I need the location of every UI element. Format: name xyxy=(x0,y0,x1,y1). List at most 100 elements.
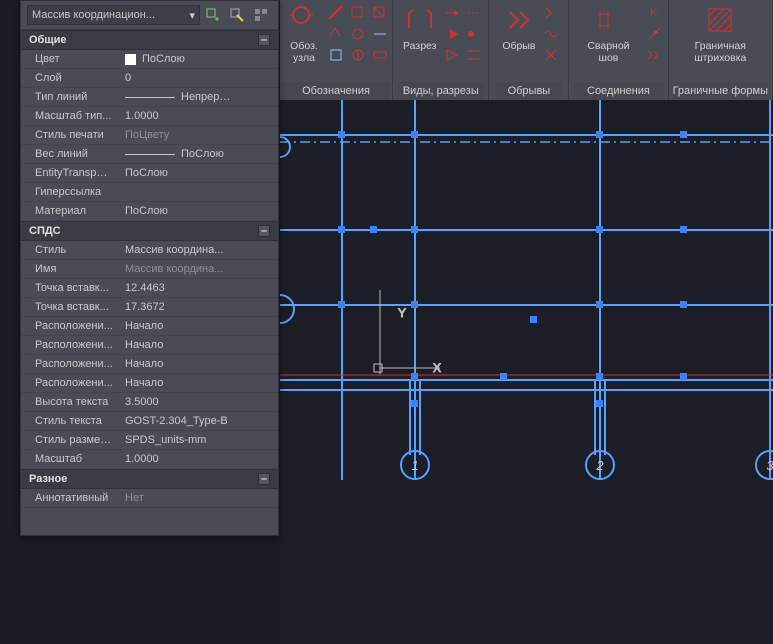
mark-icon-8[interactable] xyxy=(348,45,368,65)
property-label: Расположени... xyxy=(21,377,119,389)
property-row[interactable]: АннотативныйНет xyxy=(21,489,278,508)
property-value[interactable]: GOST-2.304_Type-B xyxy=(119,415,278,427)
weld-icon-2[interactable] xyxy=(644,24,664,44)
property-row[interactable]: Точка вставк... 17.3672 xyxy=(21,298,278,317)
property-label: Точка вставк... xyxy=(21,282,119,294)
view-icon-4[interactable] xyxy=(464,24,484,44)
drawing-canvas[interactable]: 1 2 3 Y X xyxy=(280,100,773,644)
property-label: Стиль печати xyxy=(21,129,119,141)
property-value-text: 17.3672 xyxy=(125,301,165,313)
mark-icon-9[interactable] xyxy=(370,45,390,65)
break-button[interactable]: Обрыв xyxy=(496,2,541,54)
view-icon-6[interactable] xyxy=(464,45,484,65)
property-value[interactable]: SPDS_units-mm xyxy=(119,434,278,446)
svg-text:X: X xyxy=(433,361,441,375)
property-row[interactable]: Точка вставк...12.4463 xyxy=(21,279,278,298)
property-label: Стиль размер... xyxy=(21,434,119,446)
ribbon-group-boundary: Граничная штриховка Граничные формы xyxy=(669,0,773,100)
property-label: EntityTranspar... xyxy=(21,167,119,179)
property-value[interactable]: 1.0000 xyxy=(119,453,278,465)
add-selection-button[interactable] xyxy=(202,5,224,25)
property-value[interactable]: ПоСлою xyxy=(119,148,278,160)
property-value[interactable]: Нет xyxy=(119,492,278,504)
property-value[interactable]: Массив координа... xyxy=(119,263,278,275)
axis-bubble-1: 1 xyxy=(411,458,418,473)
hatch-button[interactable]: Граничная штриховка xyxy=(673,2,768,66)
property-value-text: Нет xyxy=(125,492,144,504)
property-value[interactable]: Начало xyxy=(119,320,278,332)
property-value[interactable]: Начало xyxy=(119,339,278,351)
property-value[interactable]: Непрер… xyxy=(119,91,278,103)
mark-icon-1[interactable] xyxy=(326,3,346,23)
mark-icon-7[interactable] xyxy=(326,45,346,65)
node-mark-button[interactable]: Обоз. узла xyxy=(282,2,326,66)
property-row[interactable]: Расположени...Начало xyxy=(21,355,278,374)
object-type-value: Массив координацион... xyxy=(32,9,155,21)
property-value-text: SPDS_units-mm xyxy=(125,434,206,446)
mark-icon-5[interactable] xyxy=(348,24,368,44)
ribbon-group-label: Виды, разрезы xyxy=(397,82,484,100)
section-misc[interactable]: Разное – xyxy=(21,469,278,489)
property-value[interactable]: ПоСлою xyxy=(119,205,278,217)
property-row[interactable]: Стиль печатиПоЦвету xyxy=(21,126,278,145)
view-icon-1[interactable] xyxy=(442,3,462,23)
section-common[interactable]: Общие – xyxy=(21,30,278,50)
property-row[interactable]: Расположени...Начало xyxy=(21,374,278,393)
break-icon-3[interactable] xyxy=(541,45,561,65)
property-row[interactable]: Вес линийПоСлою xyxy=(21,145,278,164)
property-row[interactable]: Расположени...Начало xyxy=(21,317,278,336)
ribbon-group-views: Разрез Виды, раз xyxy=(393,0,489,100)
weld-icon-3[interactable] xyxy=(644,45,664,65)
property-value[interactable]: Начало xyxy=(119,358,278,370)
property-value[interactable]: ПоСлою xyxy=(119,53,278,65)
ribbon-group-markings: Обоз. узла xyxy=(280,0,393,100)
section-button[interactable]: Разрез xyxy=(397,2,442,54)
property-row[interactable]: Расположени...Начало xyxy=(21,336,278,355)
property-label: Стиль xyxy=(21,244,119,256)
mark-icon-3[interactable] xyxy=(370,3,390,23)
property-row[interactable]: ИмяМассив координа... xyxy=(21,260,278,279)
property-row[interactable]: СтильМассив координа... xyxy=(21,241,278,260)
property-value[interactable]: Массив координа... xyxy=(119,244,278,256)
mark-icon-4[interactable] xyxy=(326,24,346,44)
property-row[interactable]: Высота текста3.5000 xyxy=(21,393,278,412)
weld-label: Сварной шов xyxy=(579,40,637,64)
property-row[interactable]: Стиль текстаGOST-2.304_Type-B xyxy=(21,412,278,431)
view-icon-2[interactable] xyxy=(464,3,484,23)
quick-select-button[interactable] xyxy=(226,5,248,25)
property-label: Точка вставк... xyxy=(21,301,119,313)
object-type-dropdown[interactable]: Массив координацион... ▾ xyxy=(27,5,200,25)
collapse-icon[interactable]: – xyxy=(258,473,270,485)
property-row[interactable]: Стиль размер... SPDS_units-mm xyxy=(21,431,278,450)
property-value[interactable]: Начало xyxy=(119,377,278,389)
property-value[interactable]: 17.3672 xyxy=(119,301,278,313)
property-row[interactable]: ЦветПоСлою xyxy=(21,50,278,69)
property-row[interactable]: Гиперссылка xyxy=(21,183,278,202)
property-row[interactable]: EntityTranspar...ПоСлою xyxy=(21,164,278,183)
property-value[interactable]: 12.4463 xyxy=(119,282,278,294)
palette-options-button[interactable] xyxy=(250,5,272,25)
property-row[interactable]: Масштаб тип...1.0000 xyxy=(21,107,278,126)
property-value[interactable]: 0 xyxy=(119,72,278,84)
weld-icon-1[interactable]: K xyxy=(644,3,664,23)
weld-button[interactable]: Сварной шов xyxy=(573,2,643,66)
property-value-text: 1.0000 xyxy=(125,453,159,465)
property-row[interactable]: Слой0 xyxy=(21,69,278,88)
section-spds[interactable]: СПДС – xyxy=(21,221,278,241)
property-value[interactable]: 1.0000 xyxy=(119,110,278,122)
property-value[interactable]: 3.5000 xyxy=(119,396,278,408)
property-row[interactable]: Тип линийНепрер… xyxy=(21,88,278,107)
property-value[interactable]: ПоЦвету xyxy=(119,129,278,141)
mark-icon-6[interactable] xyxy=(370,24,390,44)
view-icon-5[interactable] xyxy=(442,45,462,65)
property-row[interactable]: МатериалПоСлою xyxy=(21,202,278,221)
property-value[interactable]: ПоСлою xyxy=(119,167,278,179)
view-icon-3[interactable] xyxy=(442,24,462,44)
mark-icon-2[interactable] xyxy=(348,3,368,23)
break-icon-2[interactable] xyxy=(541,24,561,44)
collapse-icon[interactable]: – xyxy=(258,34,270,46)
break-icon-1[interactable] xyxy=(541,3,561,23)
property-row[interactable]: Масштаб1.0000 xyxy=(21,450,278,469)
collapse-icon[interactable]: – xyxy=(258,225,270,237)
property-label: Цвет xyxy=(21,53,119,65)
